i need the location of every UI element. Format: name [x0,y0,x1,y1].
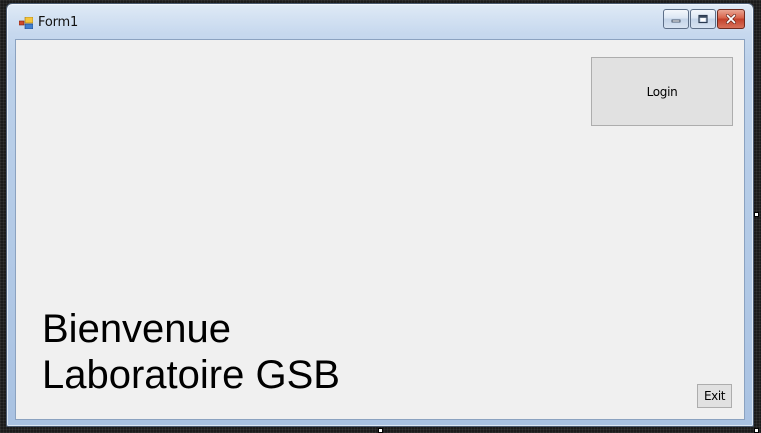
form-client-area: Login Bienvenue Laboratoire GSB Exit [15,39,745,420]
app-form-icon [18,16,34,30]
minimize-icon [671,19,681,23]
welcome-line-2: Laboratoire GSB [42,353,340,397]
maximize-button[interactable] [690,9,716,29]
window-title: Form1 [38,15,79,30]
resize-handle-right[interactable] [754,212,759,217]
welcome-text: Bienvenue Laboratoire GSB [42,306,340,398]
minimize-button[interactable] [663,9,689,29]
caption-buttons [663,9,745,31]
close-icon [726,14,736,24]
form-window: Form1 Login Bienvenue Laboratoire GSB Ex… [6,3,754,427]
login-button[interactable]: Login [591,57,733,126]
welcome-line-1: Bienvenue [42,307,232,351]
maximize-icon [698,14,708,24]
resize-handle-corner[interactable] [754,428,759,433]
exit-button[interactable]: Exit [697,384,732,408]
close-button[interactable] [717,9,745,29]
resize-handle-bottom[interactable] [378,428,383,433]
title-bar[interactable]: Form1 [7,4,753,38]
